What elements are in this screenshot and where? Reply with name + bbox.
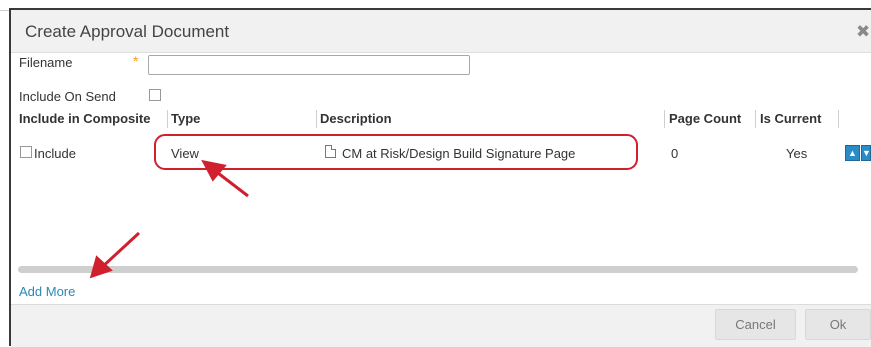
arrow-to-type-icon <box>201 159 249 198</box>
arrow-to-add-more-icon <box>89 231 141 279</box>
annotation-arrows <box>89 159 249 279</box>
